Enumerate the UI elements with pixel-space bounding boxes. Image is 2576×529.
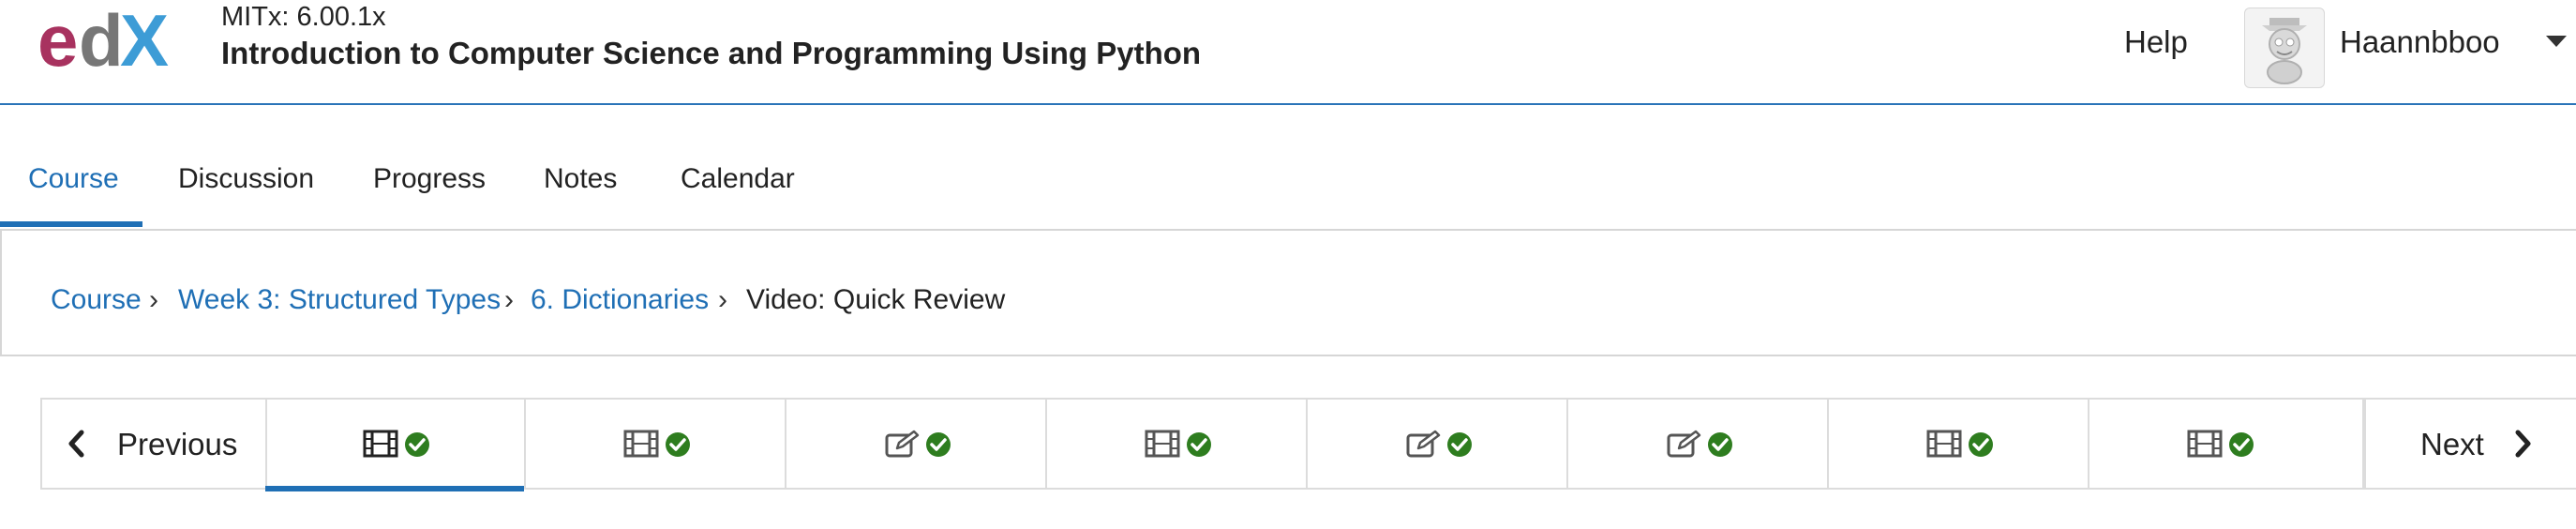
breadcrumb-separator: › bbox=[718, 284, 727, 315]
breadcrumb-week[interactable]: Week 3: Structured Types bbox=[178, 284, 501, 316]
breadcrumb-separator: › bbox=[504, 284, 514, 315]
help-link[interactable]: Help bbox=[2124, 24, 2188, 60]
course-code: MITx: 6.00.1x bbox=[221, 2, 386, 32]
sequence-unit-1[interactable] bbox=[265, 400, 526, 491]
svg-text:d: d bbox=[79, 4, 124, 75]
svg-text:X: X bbox=[120, 4, 169, 75]
check-circle-icon bbox=[1447, 432, 1472, 457]
problem-edit-icon bbox=[1406, 430, 1441, 458]
check-circle-icon bbox=[1708, 432, 1732, 457]
sequence-unit-4[interactable] bbox=[1047, 400, 1308, 488]
breadcrumb-course[interactable]: Course bbox=[51, 284, 142, 316]
check-circle-icon bbox=[926, 432, 951, 457]
check-circle-icon bbox=[666, 432, 690, 457]
tab-discussion[interactable]: Discussion bbox=[178, 163, 314, 195]
sequence-unit-7[interactable] bbox=[1829, 400, 2089, 488]
sequence-nav: Previous Next bbox=[40, 398, 2576, 491]
site-header: e d X MITx: 6.00.1x Introduction to Comp… bbox=[0, 0, 2576, 105]
tab-progress[interactable]: Progress bbox=[373, 163, 486, 195]
check-circle-icon bbox=[405, 432, 429, 457]
svg-text:e: e bbox=[37, 4, 78, 75]
sequence-unit-5[interactable] bbox=[1308, 400, 1568, 488]
check-circle-icon bbox=[2229, 432, 2254, 457]
video-icon bbox=[363, 430, 398, 458]
username[interactable]: Haannbboo bbox=[2340, 24, 2500, 60]
previous-button[interactable]: Previous bbox=[42, 400, 267, 488]
next-button[interactable]: Next bbox=[2364, 400, 2576, 488]
avatar-icon bbox=[2262, 18, 2307, 84]
course-title: Introduction to Computer Science and Pro… bbox=[221, 36, 1202, 70]
check-circle-icon bbox=[1187, 432, 1211, 457]
tab-course[interactable]: Course bbox=[28, 163, 119, 195]
video-icon bbox=[1926, 430, 1962, 458]
previous-label: Previous bbox=[117, 427, 238, 461]
sequence-unit-3[interactable] bbox=[786, 400, 1047, 488]
breadcrumb-section[interactable]: 6. Dictionaries bbox=[531, 284, 709, 316]
course-tabs: Course Discussion Progress Notes Calenda… bbox=[0, 105, 2576, 231]
next-label: Next bbox=[2420, 427, 2484, 461]
breadcrumb: Course › Week 3: Structured Types › 6. D… bbox=[0, 231, 2576, 356]
chevron-left-icon bbox=[68, 430, 84, 458]
sequence-unit-8[interactable] bbox=[2089, 400, 2364, 488]
tab-calendar[interactable]: Calendar bbox=[681, 163, 795, 195]
problem-edit-icon bbox=[1667, 430, 1701, 458]
video-icon bbox=[2187, 430, 2223, 458]
sequence-unit-6[interactable] bbox=[1568, 400, 1829, 488]
video-icon bbox=[623, 430, 659, 458]
user-avatar[interactable] bbox=[2244, 8, 2325, 88]
chevron-right-icon bbox=[2515, 430, 2531, 458]
edx-logo[interactable]: e d X bbox=[37, 4, 197, 75]
tab-notes[interactable]: Notes bbox=[544, 163, 617, 195]
sequence-unit-2[interactable] bbox=[526, 400, 786, 488]
problem-edit-icon bbox=[885, 430, 920, 458]
check-circle-icon bbox=[1969, 432, 1993, 457]
user-menu-caret-icon[interactable] bbox=[2546, 36, 2567, 47]
breadcrumb-separator: › bbox=[149, 284, 158, 315]
active-tab-indicator bbox=[0, 221, 142, 227]
video-icon bbox=[1145, 430, 1180, 458]
breadcrumb-current: Video: Quick Review bbox=[746, 284, 1006, 315]
